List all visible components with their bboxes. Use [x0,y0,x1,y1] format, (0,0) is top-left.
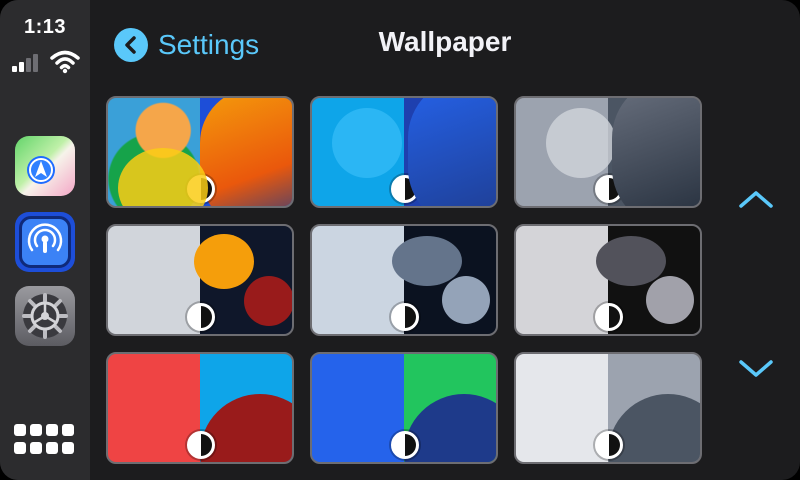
appearance-toggle-icon [187,303,215,331]
appearance-toggle-icon [391,175,419,203]
appearance-toggle-icon [187,175,215,203]
wallpaper-tile-4[interactable] [106,224,294,336]
appearance-toggle-icon [595,431,623,459]
appearance-toggle-icon [187,431,215,459]
back-label: Settings [158,29,260,60]
appearance-toggle-icon [391,431,419,459]
page-title: Wallpaper [378,26,512,57]
wallpaper-tile-7[interactable] [106,352,294,464]
wallpaper-tile-6[interactable] [514,224,702,336]
carplay-screen: 1:13 Settings Wallpaper [0,0,800,480]
podcasts-app-icon[interactable] [15,212,75,272]
scroll-up-button[interactable] [736,184,776,214]
app-grid-icon[interactable] [14,424,76,458]
chevron-down-icon [739,360,773,377]
podcasts-icon [19,216,71,268]
appearance-toggle-icon [595,303,623,331]
wallpaper-tile-5[interactable] [310,224,498,336]
wallpaper-tile-2[interactable] [310,96,498,208]
wallpaper-tile-8[interactable] [310,352,498,464]
maps-icon [27,156,55,184]
maps-app-icon[interactable] [15,136,75,196]
chevron-left-icon [114,28,148,62]
settings-gear-icon [22,293,68,339]
scroll-down-button[interactable] [736,354,776,384]
chevron-up-icon [739,191,773,208]
wallpaper-tile-3[interactable] [514,96,702,208]
cellular-signal-icon [12,52,46,72]
appearance-toggle-icon [595,175,623,203]
wallpaper-tile-9[interactable] [514,352,702,464]
settings-app-icon[interactable] [15,286,75,346]
wallpaper-tile-1[interactable] [106,96,294,208]
status-indicators [12,50,82,74]
status-time: 1:13 [23,16,67,38]
appearance-toggle-icon [391,303,419,331]
wifi-icon [50,50,80,74]
back-button[interactable]: Settings [114,24,259,66]
sidebar: 1:13 [0,0,90,480]
